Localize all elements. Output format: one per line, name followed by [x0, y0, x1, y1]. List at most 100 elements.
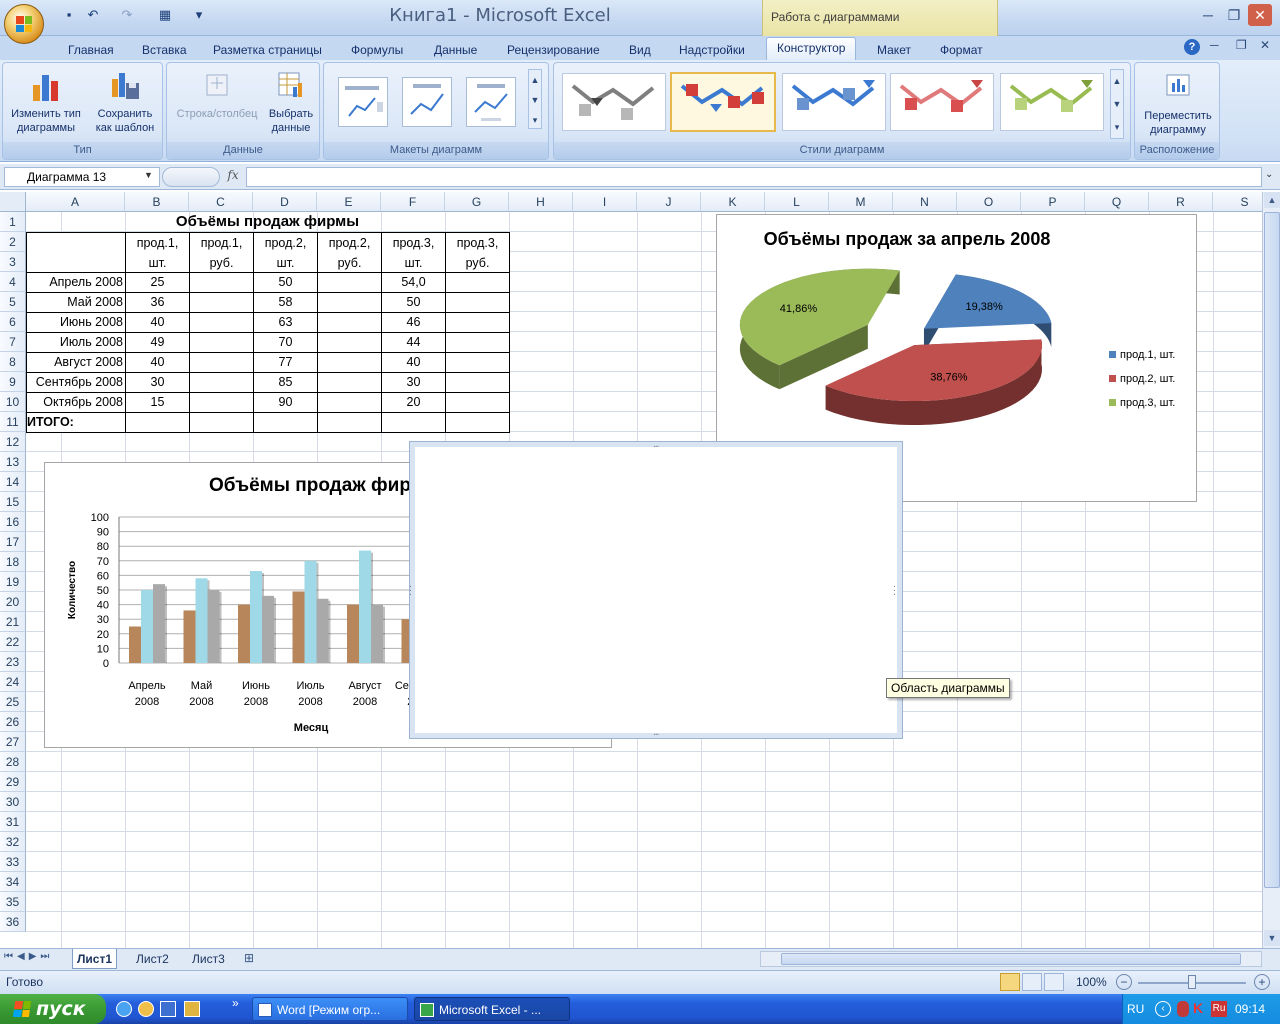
table-cell-r8-c4[interactable] — [317, 372, 382, 393]
tab-formulas[interactable]: Формулы — [345, 40, 409, 60]
table-cell-r3-c1[interactable]: 25 — [125, 272, 190, 293]
scroll-up-icon[interactable]: ▲ — [1264, 192, 1280, 208]
media-player-icon[interactable] — [138, 1001, 154, 1017]
task-word[interactable]: Word [Режим огр... — [252, 997, 408, 1021]
tab-view[interactable]: Вид — [623, 40, 657, 60]
row-header-36[interactable]: 36 — [0, 912, 26, 932]
row-header-20[interactable]: 20 — [0, 592, 26, 612]
table-cell-r3-c4[interactable] — [317, 272, 382, 293]
tab-page-layout[interactable]: Разметка страницы — [207, 40, 328, 60]
table-cell-r8-c1[interactable]: 30 — [125, 372, 190, 393]
row-header-28[interactable]: 28 — [0, 752, 26, 772]
resize-handle-left[interactable]: ∙ ∙ ∙ — [409, 582, 412, 600]
bar-1-4[interactable] — [292, 591, 305, 663]
column-header-M[interactable]: M — [829, 192, 893, 212]
total-cell-c4[interactable] — [317, 412, 382, 433]
table-cell-r8-c3[interactable]: 85 — [253, 372, 318, 393]
row-header-26[interactable]: 26 — [0, 712, 26, 732]
header-cell-5[interactable]: прод.3, шт. — [381, 232, 446, 273]
zoom-out-icon[interactable]: − — [1116, 974, 1132, 990]
row-header-24[interactable]: 24 — [0, 672, 26, 692]
row-header-13[interactable]: 13 — [0, 452, 26, 472]
header-cell-4[interactable]: прод.2, руб. — [317, 232, 382, 273]
row-header-9[interactable]: 9 — [0, 372, 26, 392]
minimize-icon[interactable]: ─ — [1196, 4, 1220, 26]
table-cell-r9-c3[interactable]: 90 — [253, 392, 318, 413]
tab-design[interactable]: Конструктор — [766, 37, 857, 60]
change-chart-type-button[interactable]: Изменить тип диаграммы — [5, 69, 87, 135]
name-box[interactable]: Диаграмма 13 — [4, 167, 160, 187]
header-cell-2[interactable]: прод.1, руб. — [189, 232, 254, 273]
horizontal-scrollbar[interactable] — [760, 951, 1262, 967]
row-header-17[interactable]: 17 — [0, 532, 26, 552]
column-header-E[interactable]: E — [317, 192, 381, 212]
expand-formula-icon[interactable]: ⌄ — [1265, 169, 1273, 180]
name-box-dropdown-icon[interactable]: ▼ — [144, 170, 153, 180]
bar-3-1[interactable] — [153, 584, 165, 663]
table-cell-r9-c1[interactable]: 15 — [125, 392, 190, 413]
row-header-19[interactable]: 19 — [0, 572, 26, 592]
wb-minimize-icon[interactable]: ─ — [1210, 38, 1219, 52]
tab-home[interactable]: Главная — [62, 40, 120, 60]
table-cell-r6-c6[interactable] — [445, 332, 510, 353]
wb-restore-icon[interactable]: ❐ — [1236, 38, 1247, 52]
quicklaunch-more-icon[interactable]: » — [232, 996, 239, 1010]
row-header-8[interactable]: 8 — [0, 352, 26, 372]
row-header-4[interactable]: 4 — [0, 272, 26, 292]
row-header-29[interactable]: 29 — [0, 772, 26, 792]
restore-icon[interactable]: ❐ — [1222, 4, 1246, 26]
column-header-G[interactable]: G — [445, 192, 509, 212]
bar-2-4[interactable] — [304, 560, 317, 663]
table-cell-r3-c0[interactable]: Апрель 2008 — [26, 272, 126, 293]
row-header-16[interactable]: 16 — [0, 512, 26, 532]
styles-scroll[interactable]: ▲ ▼ ▾ — [1110, 69, 1124, 139]
total-cell-c6[interactable] — [445, 412, 510, 433]
table-cell-r3-c2[interactable] — [189, 272, 254, 293]
sheet-tab-3[interactable]: Лист3 — [188, 949, 229, 969]
table-cell-r6-c2[interactable] — [189, 332, 254, 353]
insert-function-icon[interactable]: fx — [222, 168, 244, 186]
task-excel[interactable]: Microsoft Excel - ... — [414, 997, 570, 1021]
row-header-7[interactable]: 7 — [0, 332, 26, 352]
table-cell-r5-c0[interactable]: Июнь 2008 — [26, 312, 126, 333]
table-cell-r9-c5[interactable]: 20 — [381, 392, 446, 413]
row-header-1[interactable]: 1 — [0, 212, 26, 232]
layouts-scroll[interactable]: ▲ ▼ ▾ — [528, 69, 542, 129]
vertical-scrollbar[interactable]: ▲ ▼ — [1262, 192, 1280, 948]
column-header-Q[interactable]: Q — [1085, 192, 1149, 212]
header-cell-3[interactable]: прод.2, шт. — [253, 232, 318, 273]
table-cell-r5-c4[interactable] — [317, 312, 382, 333]
sheet-nav-icon[interactable]: ⏮◀▶⏭ — [4, 951, 53, 962]
table-cell-r6-c5[interactable]: 44 — [381, 332, 446, 353]
tab-layout[interactable]: Макет — [871, 40, 917, 60]
total-cell-c2[interactable] — [189, 412, 254, 433]
table-cell-r7-c5[interactable]: 40 — [381, 352, 446, 373]
column-header-H[interactable]: H — [509, 192, 573, 212]
row-header-25[interactable]: 25 — [0, 692, 26, 712]
row-header-5[interactable]: 5 — [0, 292, 26, 312]
normal-view-icon[interactable] — [1000, 973, 1020, 991]
select-all-corner[interactable] — [0, 192, 26, 212]
row-header-22[interactable]: 22 — [0, 632, 26, 652]
chart-style-2[interactable] — [670, 72, 776, 132]
horizontal-scroll-thumb[interactable] — [781, 953, 1241, 965]
column-header-I[interactable]: I — [573, 192, 637, 212]
row-header-6[interactable]: 6 — [0, 312, 26, 332]
total-cell-c3[interactable] — [253, 412, 318, 433]
bar-1-5[interactable] — [347, 604, 359, 663]
column-header-O[interactable]: O — [957, 192, 1021, 212]
table-cell-r7-c0[interactable]: Август 2008 — [26, 352, 126, 373]
column-header-N[interactable]: N — [893, 192, 957, 212]
column-header-A[interactable]: A — [26, 192, 125, 212]
formula-bar-handle[interactable] — [162, 167, 220, 187]
table-cell-r5-c3[interactable]: 63 — [253, 312, 318, 333]
bar-2-2[interactable] — [195, 578, 208, 663]
tab-data[interactable]: Данные — [428, 40, 483, 60]
tab-review[interactable]: Рецензирование — [501, 40, 606, 60]
bar-1-1[interactable] — [129, 626, 141, 664]
chart-style-5[interactable] — [1000, 73, 1104, 131]
table-cell-r4-c0[interactable]: Май 2008 — [26, 292, 126, 313]
table-title[interactable]: Объёмы продаж фирмы — [26, 212, 509, 232]
bar-2-5[interactable] — [359, 550, 371, 663]
save-icon[interactable]: ▪ — [60, 6, 78, 24]
